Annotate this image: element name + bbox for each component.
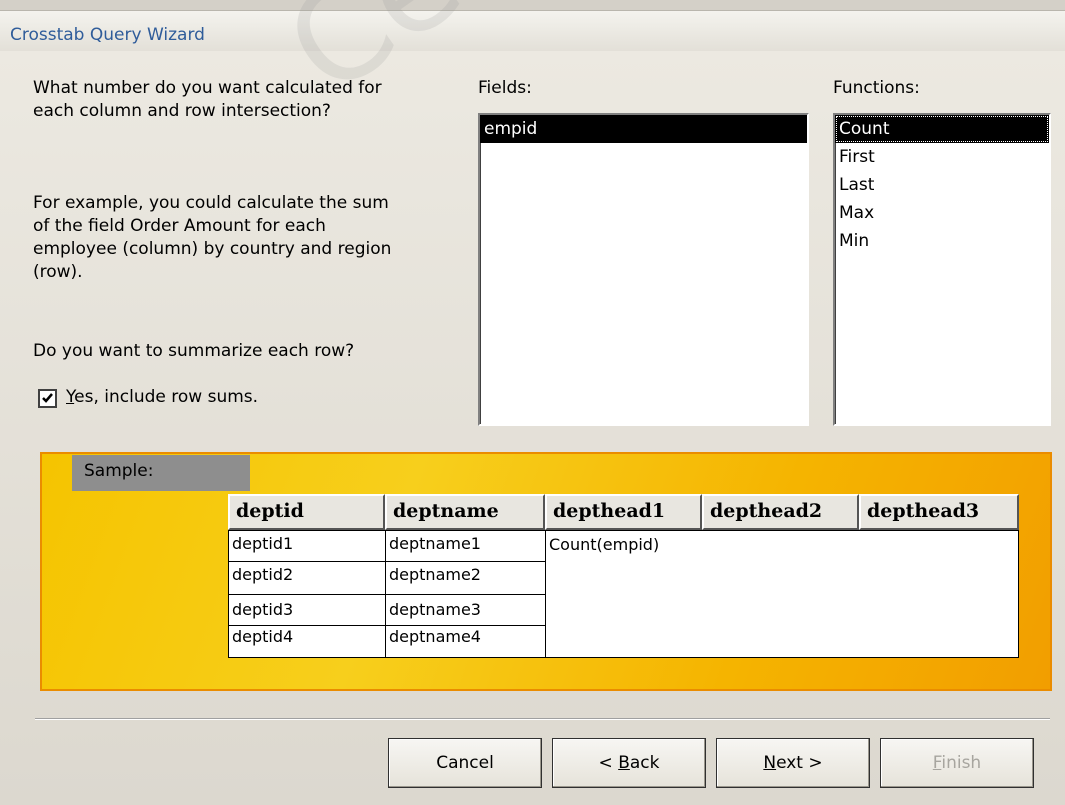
back-button-mnemonic: B <box>618 753 630 773</box>
sample-cell-deptname: deptname3 <box>385 594 546 626</box>
sample-header-depthead2: depthead2 <box>702 494 859 530</box>
next-button-mnemonic: N <box>763 753 777 773</box>
function-item-count[interactable]: Count <box>835 115 1049 143</box>
back-button-prefix: < <box>598 753 619 773</box>
sample-cell-deptid: deptid2 <box>228 561 386 595</box>
sample-label: Sample: <box>72 455 250 491</box>
fields-label: Fields: <box>478 78 532 98</box>
row-sums-checkbox[interactable] <box>38 389 57 408</box>
back-button[interactable]: < Back <box>552 738 706 788</box>
row-sums-label[interactable]: Yes, include row sums. <box>66 386 258 409</box>
example-line-1: For example, you could calculate the sum <box>33 193 389 213</box>
sample-header-depthead1: depthead1 <box>545 494 702 530</box>
function-item-min[interactable]: Min <box>835 227 1049 255</box>
finish-button[interactable]: Finish <box>880 738 1034 788</box>
function-item-last[interactable]: Last <box>835 171 1049 199</box>
functions-label: Functions: <box>833 78 920 98</box>
fields-list-item[interactable]: empid <box>480 115 807 143</box>
sample-header-deptid: deptid <box>228 494 385 530</box>
back-button-text: ack <box>629 753 660 773</box>
example-line-3: employee (column) by country and region <box>33 239 392 259</box>
function-item-max[interactable]: Max <box>835 199 1049 227</box>
sample-label-text: Sample: <box>84 461 154 481</box>
prompt-line-2: each column and row intersection? <box>33 101 331 121</box>
separator-highlight <box>35 719 1050 720</box>
finish-button-text: inish <box>941 753 982 773</box>
example-line-2: of the field Order Amount for each <box>33 216 326 236</box>
next-button-text: ext > <box>776 753 823 773</box>
row-sums-mnemonic: Y <box>66 387 75 407</box>
row-sums-label-text: es, include row sums. <box>74 387 259 407</box>
sample-header-depthead3: depthead3 <box>859 494 1019 530</box>
sample-cell-deptname: deptname1 <box>385 530 546 562</box>
window-title: Crosstab Query Wizard <box>10 25 205 45</box>
fields-list[interactable]: empid <box>478 113 809 426</box>
functions-list[interactable]: Count First Last Max Min <box>833 113 1051 426</box>
sample-value-cell: Count(empid) <box>549 535 660 554</box>
cancel-button[interactable]: Cancel <box>388 738 542 788</box>
summarize-question: Do you want to summarize each row? <box>33 341 355 361</box>
title-bar: Crosstab Query Wizard <box>0 10 1065 52</box>
checkmark-icon <box>42 393 53 403</box>
sample-value-area: Count(empid) <box>545 530 1019 658</box>
sample-cell-deptid: deptid1 <box>228 530 386 562</box>
sample-cell-deptname: deptname4 <box>385 625 546 658</box>
sample-cell-deptid: deptid4 <box>228 625 386 658</box>
next-button[interactable]: Next > <box>716 738 870 788</box>
function-item-first[interactable]: First <box>835 143 1049 171</box>
prompt-line-1: What number do you want calculated for <box>33 78 382 98</box>
sample-cell-deptname: deptname2 <box>385 561 546 595</box>
example-line-4: (row). <box>33 262 83 282</box>
sample-cell-deptid: deptid3 <box>228 594 386 626</box>
sample-header-deptname: deptname <box>385 494 545 530</box>
